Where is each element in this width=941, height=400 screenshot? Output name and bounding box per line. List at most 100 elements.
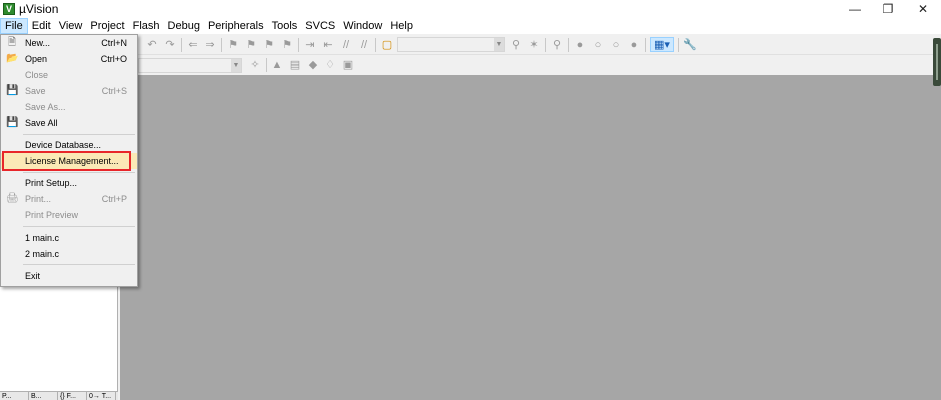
- menu-item-recent-2[interactable]: 2 main.c: [1, 246, 137, 262]
- nav-forward-icon[interactable]: ⇒: [203, 38, 217, 52]
- enable-breakpoint-icon[interactable]: ○: [591, 38, 605, 52]
- target-options-icon[interactable]: ✧: [248, 58, 262, 72]
- window-layout-icon[interactable]: ▦▾: [650, 37, 674, 52]
- menu-item-shortcut: Ctrl+N: [101, 38, 127, 48]
- menu-edit[interactable]: Edit: [28, 18, 55, 34]
- toolbar-separator: [645, 38, 646, 52]
- panel-grip-handle[interactable]: [933, 38, 941, 86]
- tab-books[interactable]: B...: [29, 392, 58, 400]
- unindent-icon[interactable]: ⇤: [321, 38, 335, 52]
- menu-item-label: Save: [25, 86, 46, 96]
- menu-flash[interactable]: Flash: [129, 18, 164, 34]
- kill-breakpoints-icon[interactable]: ●: [627, 38, 641, 52]
- menu-svcs[interactable]: SVCS: [301, 18, 339, 34]
- toolbar-separator: [678, 38, 679, 52]
- bookmark-icon[interactable]: ⚑: [226, 38, 240, 52]
- menu-item-save[interactable]: 💾 Save Ctrl+S: [1, 83, 137, 99]
- project-panel-tabs: P... B... {} F... 0→ T...: [0, 391, 118, 400]
- toolbar-separator: [545, 38, 546, 52]
- menu-item-label: Print...: [25, 194, 52, 204]
- comment-icon[interactable]: //: [339, 38, 353, 52]
- menu-separator: [23, 226, 135, 227]
- menu-peripherals[interactable]: Peripherals: [204, 18, 268, 34]
- menu-item-shortcut: Ctrl+P: [101, 194, 127, 204]
- menu-item-label: Save As...: [25, 102, 66, 112]
- menu-item-open[interactable]: 📂 Open Ctrl+O: [1, 51, 137, 67]
- pack-installer-icon[interactable]: ♢: [323, 58, 337, 72]
- toolbar-separator: [568, 38, 569, 52]
- print-icon: 🖨: [6, 193, 19, 204]
- save-all-icon: 💾: [6, 117, 19, 128]
- undo-icon[interactable]: ↶: [145, 38, 159, 52]
- menu-item-shortcut: Ctrl+S: [101, 86, 127, 96]
- menu-tools[interactable]: Tools: [268, 18, 302, 34]
- menu-item-label: New...: [25, 38, 51, 48]
- open-folder-icon: 📂: [6, 53, 19, 64]
- menu-item-label: Exit: [25, 271, 41, 281]
- menu-item-print-setup[interactable]: Print Setup...: [1, 175, 137, 191]
- indent-icon[interactable]: ⇥: [303, 38, 317, 52]
- window-title: µVision: [19, 2, 59, 16]
- menu-window[interactable]: Window: [339, 18, 386, 34]
- find-in-files-icon[interactable]: ▢: [380, 38, 394, 52]
- tab-templates[interactable]: 0→ T...: [87, 392, 116, 400]
- debug-session-icon[interactable]: ⚲: [550, 38, 564, 52]
- disable-breakpoints-icon[interactable]: ○: [609, 38, 623, 52]
- menu-item-new[interactable]: 🗎 New... Ctrl+N: [1, 35, 137, 51]
- menu-help[interactable]: Help: [386, 18, 417, 34]
- menu-item-close[interactable]: Close: [1, 67, 137, 83]
- file-extensions-icon[interactable]: ▲: [270, 58, 284, 72]
- uncomment-icon[interactable]: //: [357, 38, 371, 52]
- new-file-icon: 🗎: [7, 37, 17, 48]
- menu-item-print[interactable]: 🖨 Print... Ctrl+P: [1, 191, 137, 207]
- configuration-wrench-icon[interactable]: 🔧: [683, 38, 697, 52]
- menu-separator: [23, 172, 135, 173]
- tab-project[interactable]: P...: [0, 392, 29, 400]
- save-icon: 💾: [6, 85, 19, 96]
- manage-components-icon[interactable]: ▤: [288, 58, 302, 72]
- run-time-env-icon[interactable]: ▣: [341, 58, 355, 72]
- restore-icon[interactable]: ❐: [870, 0, 906, 18]
- menu-item-save-all[interactable]: 💾 Save All: [1, 115, 137, 131]
- menu-bar: File Edit View Project Flash Debug Perip…: [0, 18, 941, 34]
- menu-item-label: Save All: [25, 118, 58, 128]
- uvision-app-icon: V: [3, 3, 15, 15]
- chevron-down-icon[interactable]: ▼: [494, 38, 504, 51]
- redo-icon[interactable]: ↷: [163, 38, 177, 52]
- title-bar: V µVision — ❐ ✕: [0, 0, 941, 18]
- find-combo[interactable]: ▼: [397, 37, 505, 52]
- select-packs-icon[interactable]: ◆: [306, 58, 320, 72]
- minimize-icon[interactable]: —: [837, 0, 873, 18]
- menu-separator: [23, 264, 135, 265]
- menu-file[interactable]: File: [0, 18, 28, 34]
- prev-bookmark-icon[interactable]: ⚑: [244, 38, 258, 52]
- toolbar-separator: [298, 38, 299, 52]
- menu-item-label: 2 main.c: [25, 249, 60, 259]
- editor-area[interactable]: [120, 75, 941, 400]
- menu-project[interactable]: Project: [86, 18, 128, 34]
- toolbar-separator: [221, 38, 222, 52]
- menu-item-label: Print Preview: [25, 210, 79, 220]
- next-bookmark-icon[interactable]: ⚑: [262, 38, 276, 52]
- insert-breakpoint-icon[interactable]: ●: [573, 38, 587, 52]
- close-icon[interactable]: ✕: [905, 0, 941, 18]
- find-icon[interactable]: ⚲: [509, 38, 523, 52]
- toolbar-separator: [266, 58, 267, 72]
- menu-item-exit[interactable]: Exit: [1, 268, 137, 284]
- target-select[interactable]: ▼: [138, 58, 242, 73]
- clear-bookmarks-icon[interactable]: ⚑: [280, 38, 294, 52]
- menu-debug[interactable]: Debug: [164, 18, 204, 34]
- menu-item-print-preview[interactable]: Print Preview: [1, 207, 137, 223]
- menu-item-label: Open: [25, 54, 48, 64]
- incremental-find-icon[interactable]: ✶: [527, 38, 541, 52]
- menu-item-label: 1 main.c: [25, 233, 60, 243]
- tab-functions[interactable]: {} F...: [58, 392, 87, 400]
- menu-item-shortcut: Ctrl+O: [100, 54, 127, 64]
- toolbar-separator: [181, 38, 182, 52]
- menu-item-save-as[interactable]: Save As...: [1, 99, 137, 115]
- nav-back-icon[interactable]: ⇐: [186, 38, 200, 52]
- menu-item-label: Close: [25, 70, 49, 80]
- menu-item-recent-1[interactable]: 1 main.c: [1, 230, 137, 246]
- menu-view[interactable]: View: [55, 18, 87, 34]
- chevron-down-icon[interactable]: ▼: [231, 59, 241, 72]
